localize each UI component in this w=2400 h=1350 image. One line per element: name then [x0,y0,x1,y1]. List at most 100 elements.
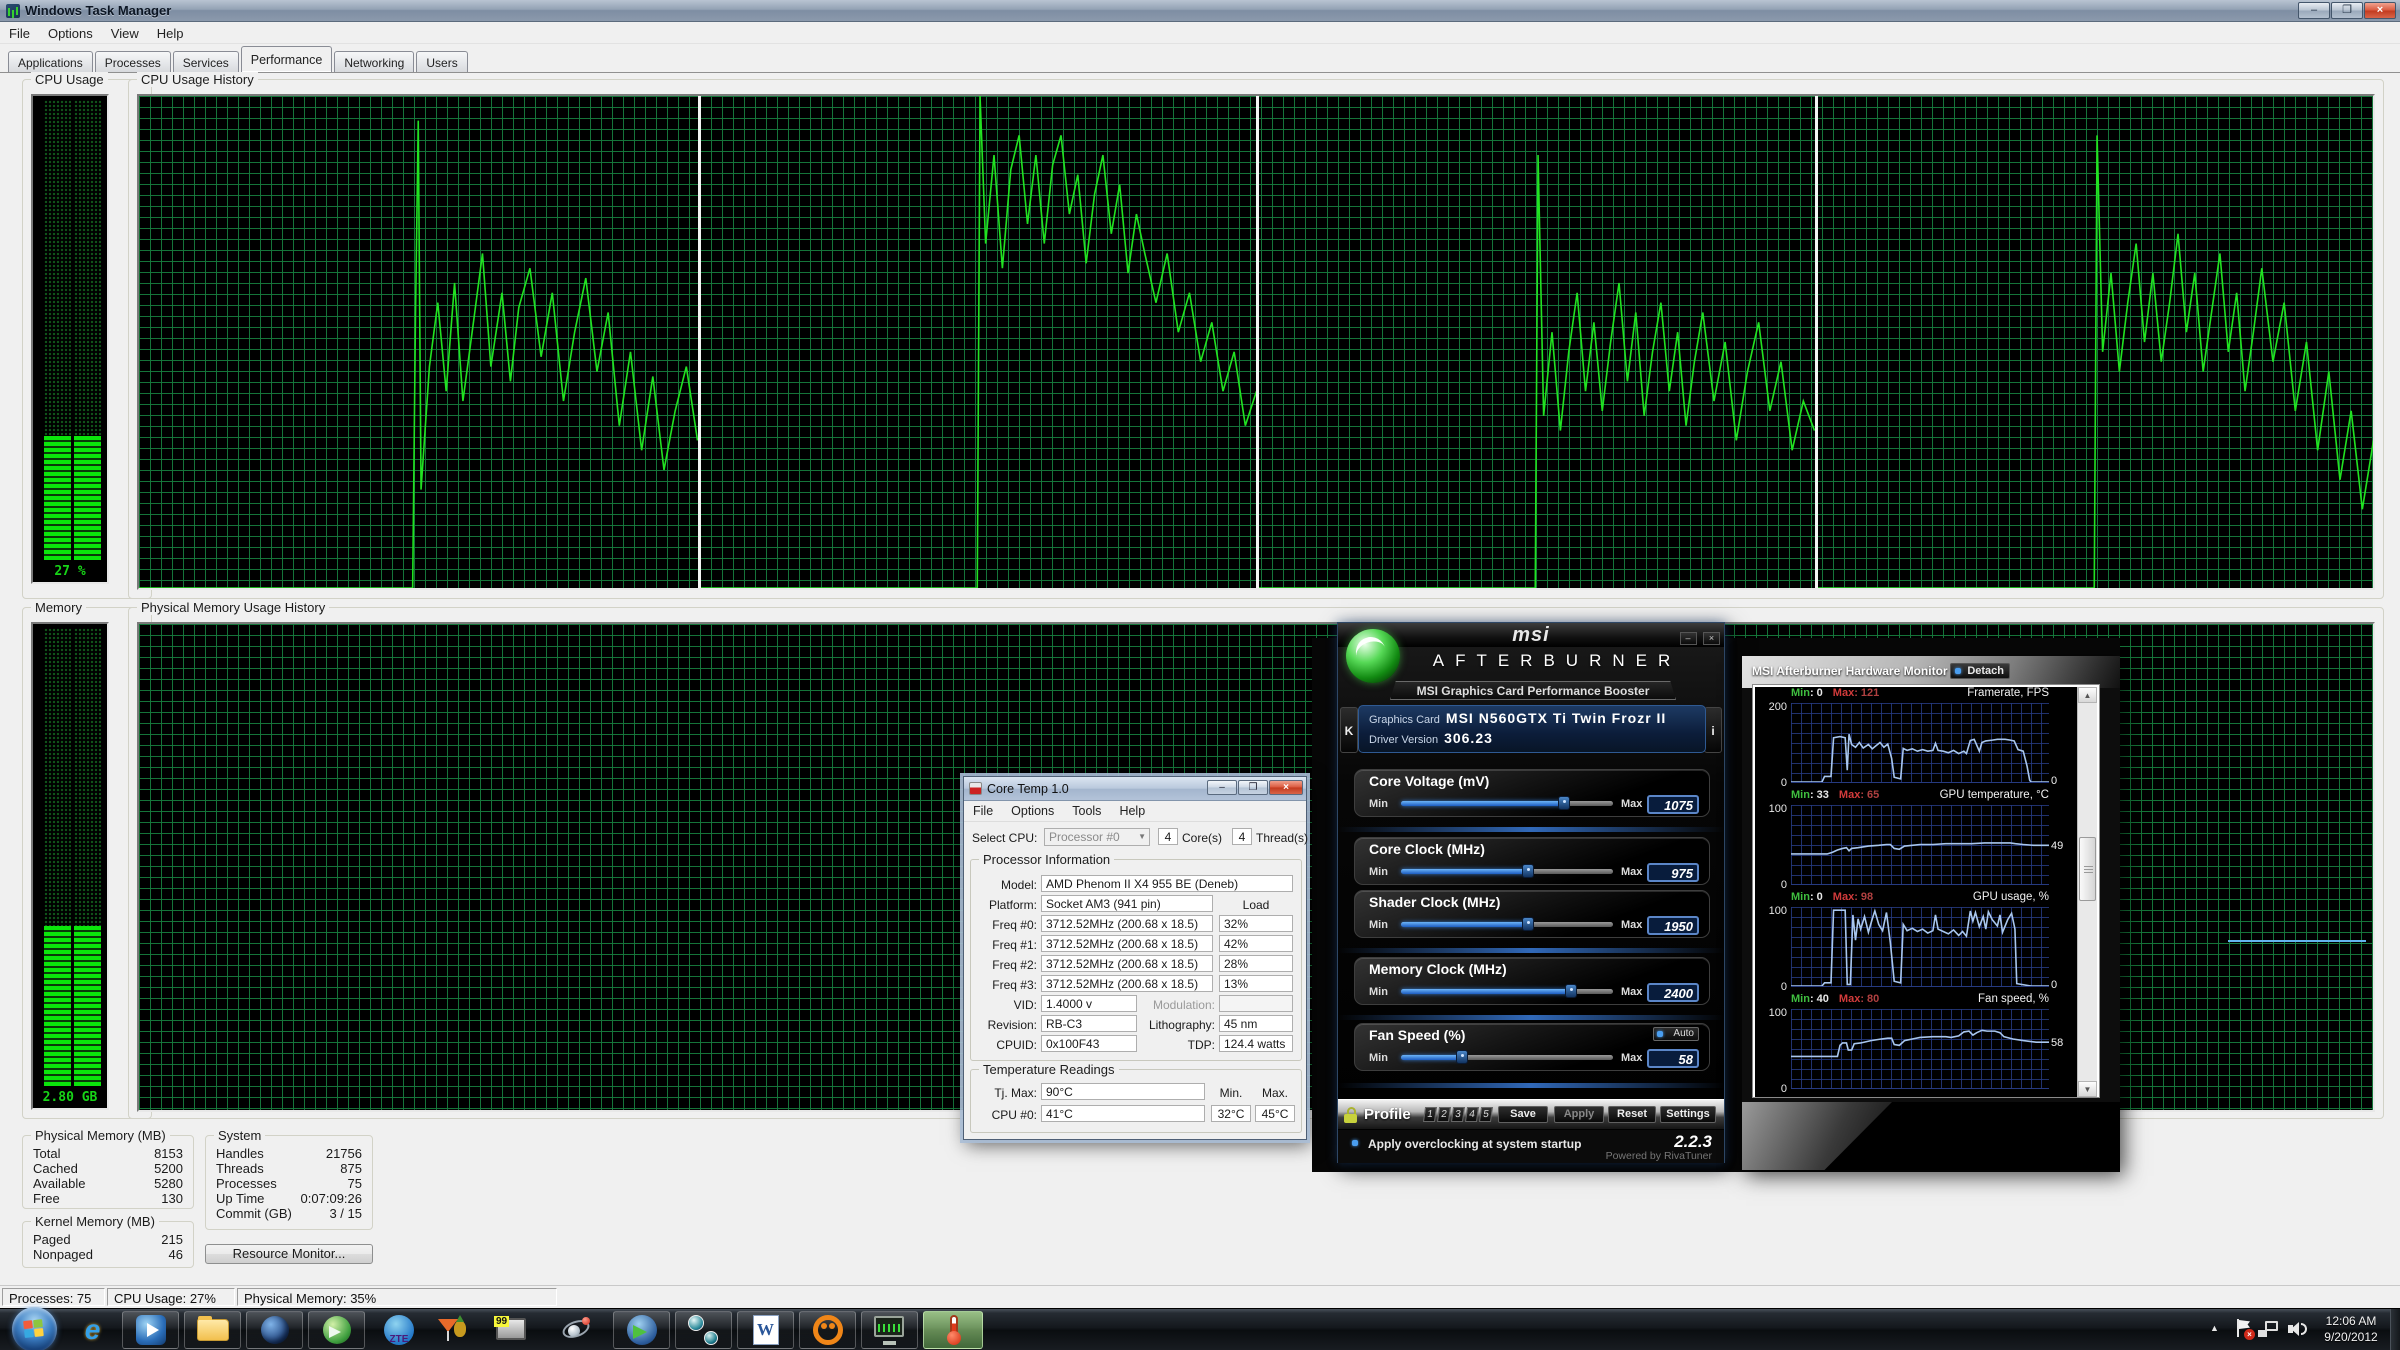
tab-strip: Applications Processes Services Performa… [8,46,470,72]
version-text: 2.2.3 [1674,1132,1712,1152]
settings-button[interactable]: Settings [1660,1106,1716,1123]
taskbar-item-internet-explorer[interactable]: e [64,1311,121,1349]
taskbar-item-orange-ring-app[interactable] [799,1311,856,1349]
taskbar-item-browser[interactable] [246,1311,303,1349]
detach-button[interactable]: Detach [1950,663,2010,679]
memory-clock-slider[interactable] [1401,989,1613,994]
startup-text: Apply overclocking at system startup [1368,1137,1581,1151]
core-voltage-value[interactable]: 1075 [1647,795,1699,814]
tab-services[interactable]: Services [173,51,239,72]
profile-5-button[interactable]: 5 [1479,1107,1493,1122]
scroll-up-icon[interactable]: ▲ [2078,687,2097,703]
cpu-history-group: CPU Usage History [128,79,2384,599]
profile-4-button[interactable]: 4 [1465,1107,1479,1122]
core-clock-slider[interactable] [1401,869,1613,874]
menu-bar: File Options Tools Help [964,801,1306,822]
taskbar-item-cocktail-app[interactable] [426,1311,476,1349]
scrollbar[interactable]: ▲ ▼ [2077,687,2097,1097]
taskbar-clock[interactable]: 12:06 AM 9/20/2012 [2318,1313,2384,1345]
taskbar-item-green-globe-app[interactable] [308,1311,365,1349]
menu-options[interactable]: Options [1002,802,1063,820]
slider-thumb[interactable] [1522,917,1534,931]
speaker-icon[interactable] [2288,1320,2308,1338]
network-icon[interactable] [2258,1321,2278,1337]
shader-clock-slider[interactable] [1401,922,1613,927]
close-button[interactable]: × [1703,632,1720,645]
powered-by-text: Powered by RivaTuner [1606,1150,1712,1162]
tab-users[interactable]: Users [416,51,467,72]
menu-help[interactable]: Help [1110,802,1154,820]
scroll-down-icon[interactable]: ▼ [2078,1081,2097,1097]
minimize-button[interactable]: – [1680,632,1697,645]
lock-icon[interactable] [1344,1107,1358,1123]
save-button[interactable]: Save [1498,1106,1548,1123]
tab-performance[interactable]: Performance [241,46,333,72]
kernel-memory-group-label: Kernel Memory (MB) [31,1214,159,1229]
close-button[interactable]: × [2364,2,2396,19]
fan-speed-value[interactable]: 58 [1647,1049,1699,1068]
slider-thumb[interactable] [1558,796,1570,810]
resource-monitor-button[interactable]: Resource Monitor... [205,1244,373,1264]
profile-2-button[interactable]: 2 [1437,1107,1451,1122]
reset-button[interactable]: Reset [1608,1106,1656,1123]
startup-checkbox[interactable] [1352,1140,1358,1146]
memory-gauge-value: 2.80 GB [33,1090,107,1105]
shader-clock-value[interactable]: 1950 [1647,916,1699,935]
apply-button[interactable]: Apply [1554,1106,1604,1123]
table-row: Threads875 [216,1161,362,1176]
slider-title: Core Voltage (mV) [1369,773,1489,789]
slider-thumb[interactable] [1565,984,1577,998]
menu-file[interactable]: File [0,24,39,43]
core-voltage-slider[interactable] [1401,801,1613,806]
taskbar-item-core-temp[interactable] [923,1311,983,1349]
tab-processes[interactable]: Processes [95,51,171,72]
title-bar[interactable]: Core Temp 1.0 – ❐ × [964,777,1306,801]
action-center-icon[interactable]: × [2236,1319,2252,1339]
tab-applications[interactable]: Applications [8,51,93,72]
profile-1-button[interactable]: 1 [1423,1107,1437,1122]
taskbar-item-media-player[interactable] [122,1311,179,1349]
menu-file[interactable]: File [964,802,1002,820]
info-button[interactable]: i [1704,707,1722,753]
maximize-button[interactable]: ❐ [1238,780,1268,795]
taskbar-item-hardware-monitor[interactable] [861,1311,918,1349]
menu-tools[interactable]: Tools [1063,802,1110,820]
y-axis-max: 100 [1755,905,1787,917]
close-button[interactable]: × [1269,780,1303,795]
taskbar-item-fraps[interactable]: 99 [486,1311,536,1349]
profile-3-button[interactable]: 3 [1451,1107,1465,1122]
slider-title: Core Clock (MHz) [1369,841,1485,857]
kombustor-button[interactable]: K [1340,707,1358,753]
tab-networking[interactable]: Networking [334,51,414,72]
tray-chevron-icon[interactable]: ▲ [2210,1323,2219,1333]
show-desktop-button[interactable] [2390,1309,2400,1350]
start-button[interactable] [12,1307,57,1350]
menu-view[interactable]: View [102,24,148,43]
processor-select[interactable]: Processor #0▼ [1044,828,1150,846]
taskbar-item-atom-app[interactable] [550,1311,602,1349]
minimize-button[interactable]: – [1207,780,1237,795]
menu-help[interactable]: Help [148,24,193,43]
fan-auto-button[interactable]: Auto [1653,1027,1699,1041]
taskbar-item-word[interactable]: W [737,1311,794,1349]
title-bar[interactable]: Windows Task Manager – ❐ × [0,0,2400,22]
scrollbar-thumb[interactable] [2079,837,2096,901]
taskbar-item-explorer[interactable] [184,1311,241,1349]
max-label: Max [1621,1052,1642,1064]
slider-thumb[interactable] [1456,1050,1468,1064]
fan-speed-slider[interactable] [1401,1055,1613,1060]
msi-logo: msi [1512,624,1549,646]
taskbar-item-spheres-app[interactable] [675,1311,732,1349]
memory-clock-value[interactable]: 2400 [1647,983,1699,1002]
system-tray: ▲ × 12:06 AM 9/20/2012 [2210,1309,2400,1350]
taskbar-item-download-manager[interactable] [613,1311,670,1349]
taskbar-item-zte[interactable]: ZTE [374,1311,424,1349]
maximize-button[interactable]: ❐ [2331,2,2363,19]
physical-memory-group: Physical Memory (MB) Total8153 Cached520… [22,1135,194,1209]
minimize-button[interactable]: – [2298,2,2330,19]
orange-ring-icon [813,1315,843,1345]
menu-options[interactable]: Options [39,24,102,43]
slider-thumb[interactable] [1522,864,1534,878]
temperature-group-label: Temperature Readings [979,1062,1119,1077]
core-clock-value[interactable]: 975 [1647,863,1699,882]
